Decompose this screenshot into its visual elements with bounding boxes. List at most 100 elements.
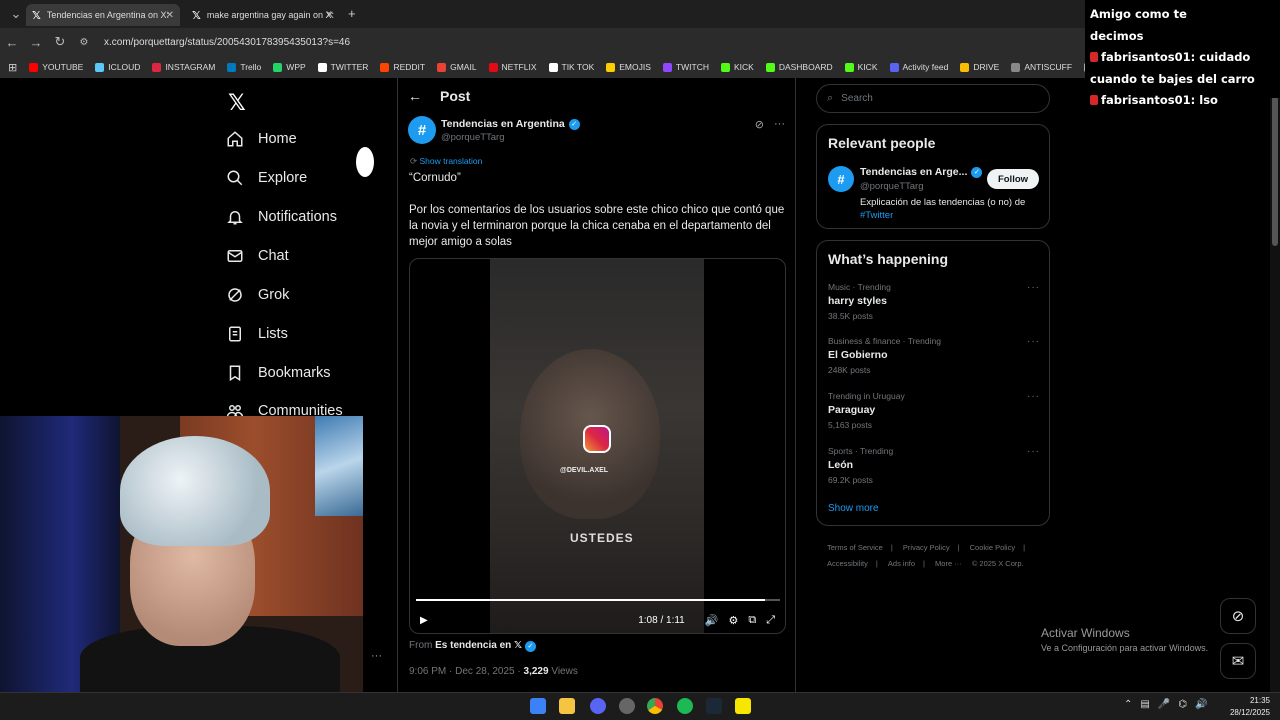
bookmark-item[interactable]: GMAIL	[437, 62, 477, 72]
follow-button[interactable]: Follow	[987, 169, 1039, 189]
video-player[interactable]: @DEVIL.AXEL USTEDES ▶ 1:08 / 1:11 🔊 ⚙ ⧉ …	[409, 258, 786, 634]
nav-home[interactable]: Home	[226, 130, 297, 148]
close-tab-icon[interactable]: ✕	[166, 10, 174, 21]
post-source: From Es tendencia en 𝕏 ✓	[409, 640, 536, 652]
more-options-icon[interactable]: ···	[774, 118, 785, 131]
footer-link[interactable]: More ···	[935, 559, 962, 568]
trend-item[interactable]: Trending in Uruguay Paraguay 5,163 posts…	[828, 391, 1040, 430]
show-translation-link[interactable]: ⟳ Show translation	[410, 156, 482, 167]
microphone-icon[interactable]: 🎤	[1158, 699, 1170, 710]
bookmark-item[interactable]: ANTISCUFF	[1011, 62, 1072, 72]
page-scrollbar[interactable]	[1270, 78, 1280, 692]
nav-notifications[interactable]: Notifications	[226, 208, 337, 226]
pip-icon[interactable]: ⧉	[748, 614, 756, 627]
bookmark-item[interactable]: KICK	[844, 62, 878, 72]
source-link[interactable]: Es tendencia en 𝕏	[435, 640, 522, 651]
person-avatar[interactable]: #	[828, 166, 854, 192]
chrome-icon[interactable]	[647, 698, 663, 714]
bookmark-item[interactable]: TWITCH	[662, 62, 709, 72]
post-timestamp[interactable]: 9:06 PM · Dec 28, 2025 ·	[409, 666, 521, 677]
nav-explore[interactable]: Explore	[226, 169, 307, 187]
footer-link[interactable]: Privacy Policy	[903, 543, 950, 552]
bookmark-item[interactable]: EMOJIS	[606, 62, 651, 72]
more-options-icon[interactable]: ···	[371, 650, 382, 662]
nav-grok[interactable]: Grok	[226, 286, 289, 304]
grok-icon[interactable]: ⊘	[755, 118, 764, 131]
volume-icon[interactable]: 🔊	[1195, 699, 1207, 710]
post-meta: 9:06 PM · Dec 28, 2025 · 3,229 Views	[409, 666, 578, 677]
chevron-up-icon[interactable]: ⌃	[1124, 699, 1132, 710]
tab-list-icon[interactable]: ⌄	[4, 6, 28, 22]
discord-icon[interactable]	[590, 698, 606, 714]
reload-icon[interactable]: ↻	[48, 34, 72, 50]
show-more-link[interactable]: Show more	[828, 503, 879, 514]
footer-link[interactable]: Ads info	[888, 559, 915, 568]
video-progress-bar[interactable]	[416, 599, 780, 601]
verified-badge-icon: ✓	[524, 640, 536, 652]
more-options-icon[interactable]: ···	[1027, 336, 1040, 347]
site-info-icon[interactable]: ⚙	[72, 37, 96, 48]
trend-item[interactable]: Music · Trending harry styles 38.5K post…	[828, 282, 1040, 321]
bookmark-item[interactable]: YOUTUBE	[29, 62, 83, 72]
bookmark-item[interactable]: ICLOUD	[95, 62, 140, 72]
person-name-row[interactable]: Tendencias en Arge... ✓	[860, 166, 983, 178]
bookmark-item[interactable]: REDDIT	[380, 62, 425, 72]
author-name[interactable]: Tendencias en Argentina	[441, 118, 565, 130]
close-tab-icon[interactable]: ✕	[326, 10, 334, 21]
taskbar-clock[interactable]: 21:35 28/12/2025	[1230, 695, 1270, 719]
bookmark-item[interactable]: KICK	[720, 62, 754, 72]
nav-chat[interactable]: Chat	[226, 247, 289, 265]
spotify-icon[interactable]	[677, 698, 693, 714]
grok-fab-icon[interactable]: ⊘	[1220, 598, 1256, 634]
flag-icon[interactable]: ▤	[1140, 699, 1149, 710]
settings-icon[interactable]: ⚙	[728, 614, 738, 627]
apps-grid-icon[interactable]: ⊞	[8, 61, 17, 74]
reply-button-edge[interactable]	[356, 147, 374, 177]
bookmark-icon	[227, 62, 237, 72]
back-icon[interactable]: ←	[0, 35, 24, 50]
nav-lists[interactable]: Lists	[226, 325, 288, 343]
forward-icon[interactable]: →	[24, 35, 48, 50]
search-input[interactable]: ⌕ Search	[816, 84, 1050, 113]
browser-tab-active[interactable]: 𝕏 Tendencias en Argentina on X: ✕	[26, 4, 180, 26]
author-info[interactable]: Tendencias en Argentina ✓ @porqueTTarg	[441, 118, 580, 143]
messages-fab-icon[interactable]: ✉	[1220, 643, 1256, 679]
bookmark-item[interactable]: TWITTER	[317, 62, 368, 72]
bookmark-item[interactable]: WPP	[273, 62, 306, 72]
trend-item[interactable]: Business & finance · Trending El Gobiern…	[828, 336, 1040, 375]
bookmark-item[interactable]: TIK TOK	[548, 62, 594, 72]
footer-link[interactable]: Cookie Policy	[970, 543, 1015, 552]
start-icon[interactable]	[530, 698, 546, 714]
fullscreen-icon[interactable]: ⤢	[766, 614, 775, 627]
footer-link[interactable]: Terms of Service	[827, 543, 883, 552]
scrollbar-thumb[interactable]	[1272, 96, 1278, 246]
network-icon[interactable]: ⌬	[1178, 699, 1187, 710]
file-explorer-icon[interactable]	[559, 698, 575, 714]
more-options-icon[interactable]: ···	[1027, 446, 1040, 457]
bookmark-item[interactable]: Activity feed	[889, 62, 948, 72]
bookmark-item[interactable]: DRIVE	[960, 62, 999, 72]
search-icon	[226, 169, 244, 187]
trend-item[interactable]: Sports · Trending León 69.2K posts ···	[828, 446, 1040, 485]
bookmark-item[interactable]: Trello	[227, 62, 261, 72]
new-tab-icon[interactable]: +	[348, 6, 356, 21]
volume-icon[interactable]: 🔊	[705, 614, 719, 627]
more-options-icon[interactable]: ···	[1027, 391, 1040, 402]
grok-icon	[226, 286, 244, 304]
bookmark-item[interactable]: NETFLIX	[488, 62, 537, 72]
nav-bookmarks[interactable]: Bookmarks	[226, 364, 331, 382]
x-logo-icon[interactable]: 𝕏	[228, 90, 246, 116]
sticky-notes-icon[interactable]	[735, 698, 751, 714]
footer-link[interactable]: Accessibility	[827, 559, 868, 568]
hashtag-link[interactable]: #Twitter	[860, 210, 893, 221]
bookmark-item[interactable]: INSTAGRAM	[152, 62, 215, 72]
author-avatar[interactable]: #	[408, 116, 436, 144]
more-options-icon[interactable]: ···	[1027, 282, 1040, 293]
steam-icon[interactable]	[706, 698, 722, 714]
play-icon[interactable]: ▶	[420, 615, 428, 626]
bookmark-item[interactable]: DASHBOARD	[765, 62, 833, 72]
url-input[interactable]: x.com/porquettarg/status/200543017839543…	[104, 37, 350, 48]
browser-tab[interactable]: 𝕏 make argentina gay again on X: ✕	[186, 4, 340, 26]
app-icon[interactable]	[619, 698, 635, 714]
back-arrow-icon[interactable]: ←	[408, 88, 422, 104]
